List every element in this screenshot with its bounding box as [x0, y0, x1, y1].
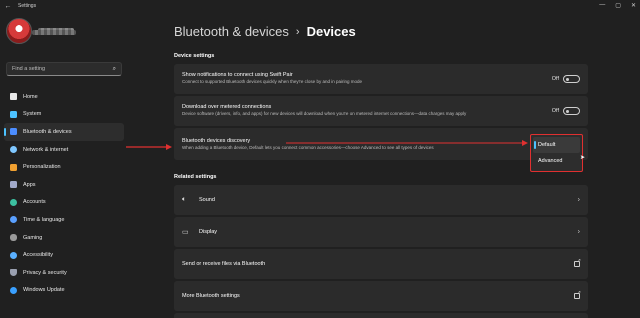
- network-icon: [10, 146, 17, 154]
- next-related-item-partial: [174, 313, 588, 318]
- related-settings-heading: Related settings: [174, 174, 217, 180]
- sidebar-item-system[interactable]: System: [4, 106, 124, 124]
- accounts-icon: [10, 198, 17, 206]
- sidebar-item-label: System: [23, 111, 42, 118]
- gaming-icon: [10, 234, 17, 242]
- related-item-label: More Bluetooth settings: [182, 293, 240, 299]
- back-arrow-icon[interactable]: ←: [0, 3, 16, 10]
- related-item-label: Display: [199, 229, 218, 235]
- annotation-arrow-sidebar: [126, 144, 172, 150]
- sidebar-item-accessibility[interactable]: Accessibility: [4, 246, 124, 264]
- related-item-label: Send or receive files via Bluetooth: [182, 261, 266, 267]
- external-link-icon: [574, 290, 581, 299]
- device-settings-heading: Device settings: [174, 53, 215, 59]
- windows-update-icon: [10, 286, 17, 294]
- sidebar-item-label: Windows Update: [23, 287, 65, 294]
- sidebar-item-gaming[interactable]: Gaming: [4, 229, 124, 247]
- sidebar-item-label: Bluetooth & devices: [23, 128, 72, 135]
- display-icon: ▭: [182, 229, 189, 236]
- related-item-sound[interactable]: 🔈︎ Sound ›: [174, 185, 588, 215]
- sidebar-item-privacy-security[interactable]: Privacy & security: [4, 264, 124, 282]
- mouse-pointer-icon: ➤: [580, 155, 586, 161]
- setting-title: Bluetooth devices discovery: [182, 138, 251, 144]
- related-item-send-receive-files[interactable]: Send or receive files via Bluetooth: [174, 249, 588, 279]
- personalization-icon: [10, 163, 17, 171]
- search-input[interactable]: [12, 66, 113, 72]
- home-icon: [10, 93, 17, 101]
- metered-toggle[interactable]: [563, 107, 580, 115]
- external-link-icon: [574, 258, 581, 267]
- setting-description: When adding a Bluetooth device, Default …: [182, 145, 434, 150]
- avatar: [6, 18, 32, 44]
- setting-description: Connect to supported Bluetooth devices q…: [182, 79, 362, 84]
- sidebar-nav: Home System Bluetooth & devices Network …: [4, 88, 124, 299]
- search-box[interactable]: ⌕: [6, 62, 122, 76]
- breadcrumb-parent[interactable]: Bluetooth & devices: [174, 24, 289, 39]
- privacy-icon: [10, 269, 17, 277]
- dropdown-option-default[interactable]: Default: [533, 137, 580, 153]
- sidebar-item-label: Time & language: [23, 216, 65, 223]
- sidebar-item-label: Apps: [23, 181, 36, 188]
- main-content: Bluetooth & devices › Devices Device set…: [174, 0, 640, 318]
- time-language-icon: [10, 216, 17, 224]
- metered-download-setting: Download over metered connections Device…: [174, 96, 588, 126]
- sidebar-item-apps[interactable]: Apps: [4, 176, 124, 194]
- apps-icon: [10, 181, 17, 189]
- sidebar-item-label: Accessibility: [23, 252, 53, 259]
- swift-pair-toggle[interactable]: [563, 75, 580, 83]
- sidebar-item-bluetooth-devices[interactable]: Bluetooth & devices: [4, 123, 124, 141]
- setting-description: Device software (drivers, info, and apps…: [182, 111, 467, 116]
- bluetooth-icon: [10, 128, 17, 136]
- chevron-right-icon: ›: [577, 196, 580, 204]
- bluetooth-discovery-setting: Bluetooth devices discovery When adding …: [174, 128, 588, 160]
- sidebar-item-label: Personalization: [23, 164, 61, 171]
- sidebar-item-personalization[interactable]: Personalization: [4, 158, 124, 176]
- sidebar-item-accounts[interactable]: Accounts: [4, 194, 124, 212]
- sidebar-item-label: Accounts: [23, 199, 46, 206]
- page-title: Devices: [306, 24, 356, 39]
- metered-toggle-group: Off: [552, 107, 580, 115]
- sidebar-item-label: Home: [23, 93, 38, 100]
- swift-pair-setting: Show notifications to connect using Swif…: [174, 64, 588, 94]
- related-item-more-bluetooth[interactable]: More Bluetooth settings: [174, 281, 588, 311]
- swift-pair-toggle-group: Off: [552, 75, 580, 83]
- sidebar-item-home[interactable]: Home: [4, 88, 124, 106]
- sidebar: ⌕ Home System Bluetooth & devices Networ…: [0, 12, 130, 318]
- discovery-dropdown-menu[interactable]: Default Advanced: [530, 134, 583, 172]
- accessibility-icon: [10, 251, 17, 259]
- setting-title: Show notifications to connect using Swif…: [182, 72, 293, 78]
- search-icon: ⌕: [112, 65, 116, 72]
- sidebar-item-label: Privacy & security: [23, 269, 67, 276]
- sidebar-item-label: Gaming: [23, 234, 43, 241]
- sidebar-item-time-language[interactable]: Time & language: [4, 211, 124, 229]
- chevron-right-icon: ›: [577, 228, 580, 236]
- blurred-user-email: [32, 30, 76, 35]
- window-title: Settings: [18, 3, 37, 9]
- sidebar-item-windows-update[interactable]: Windows Update: [4, 282, 124, 300]
- system-icon: [10, 110, 17, 118]
- sidebar-item-label: Network & internet: [23, 146, 69, 153]
- related-item-label: Sound: [199, 197, 215, 203]
- breadcrumb: Bluetooth & devices › Devices: [174, 24, 356, 39]
- related-item-display[interactable]: ▭ Display ›: [174, 217, 588, 247]
- breadcrumb-separator: ›: [295, 25, 300, 38]
- speaker-icon: 🔈︎: [182, 196, 187, 203]
- toggle-state-label: Off: [551, 76, 559, 82]
- dropdown-option-advanced[interactable]: Advanced: [533, 153, 580, 169]
- sidebar-item-network-internet[interactable]: Network & internet: [4, 141, 124, 159]
- setting-title: Download over metered connections: [182, 104, 272, 110]
- toggle-state-label: Off: [551, 108, 559, 114]
